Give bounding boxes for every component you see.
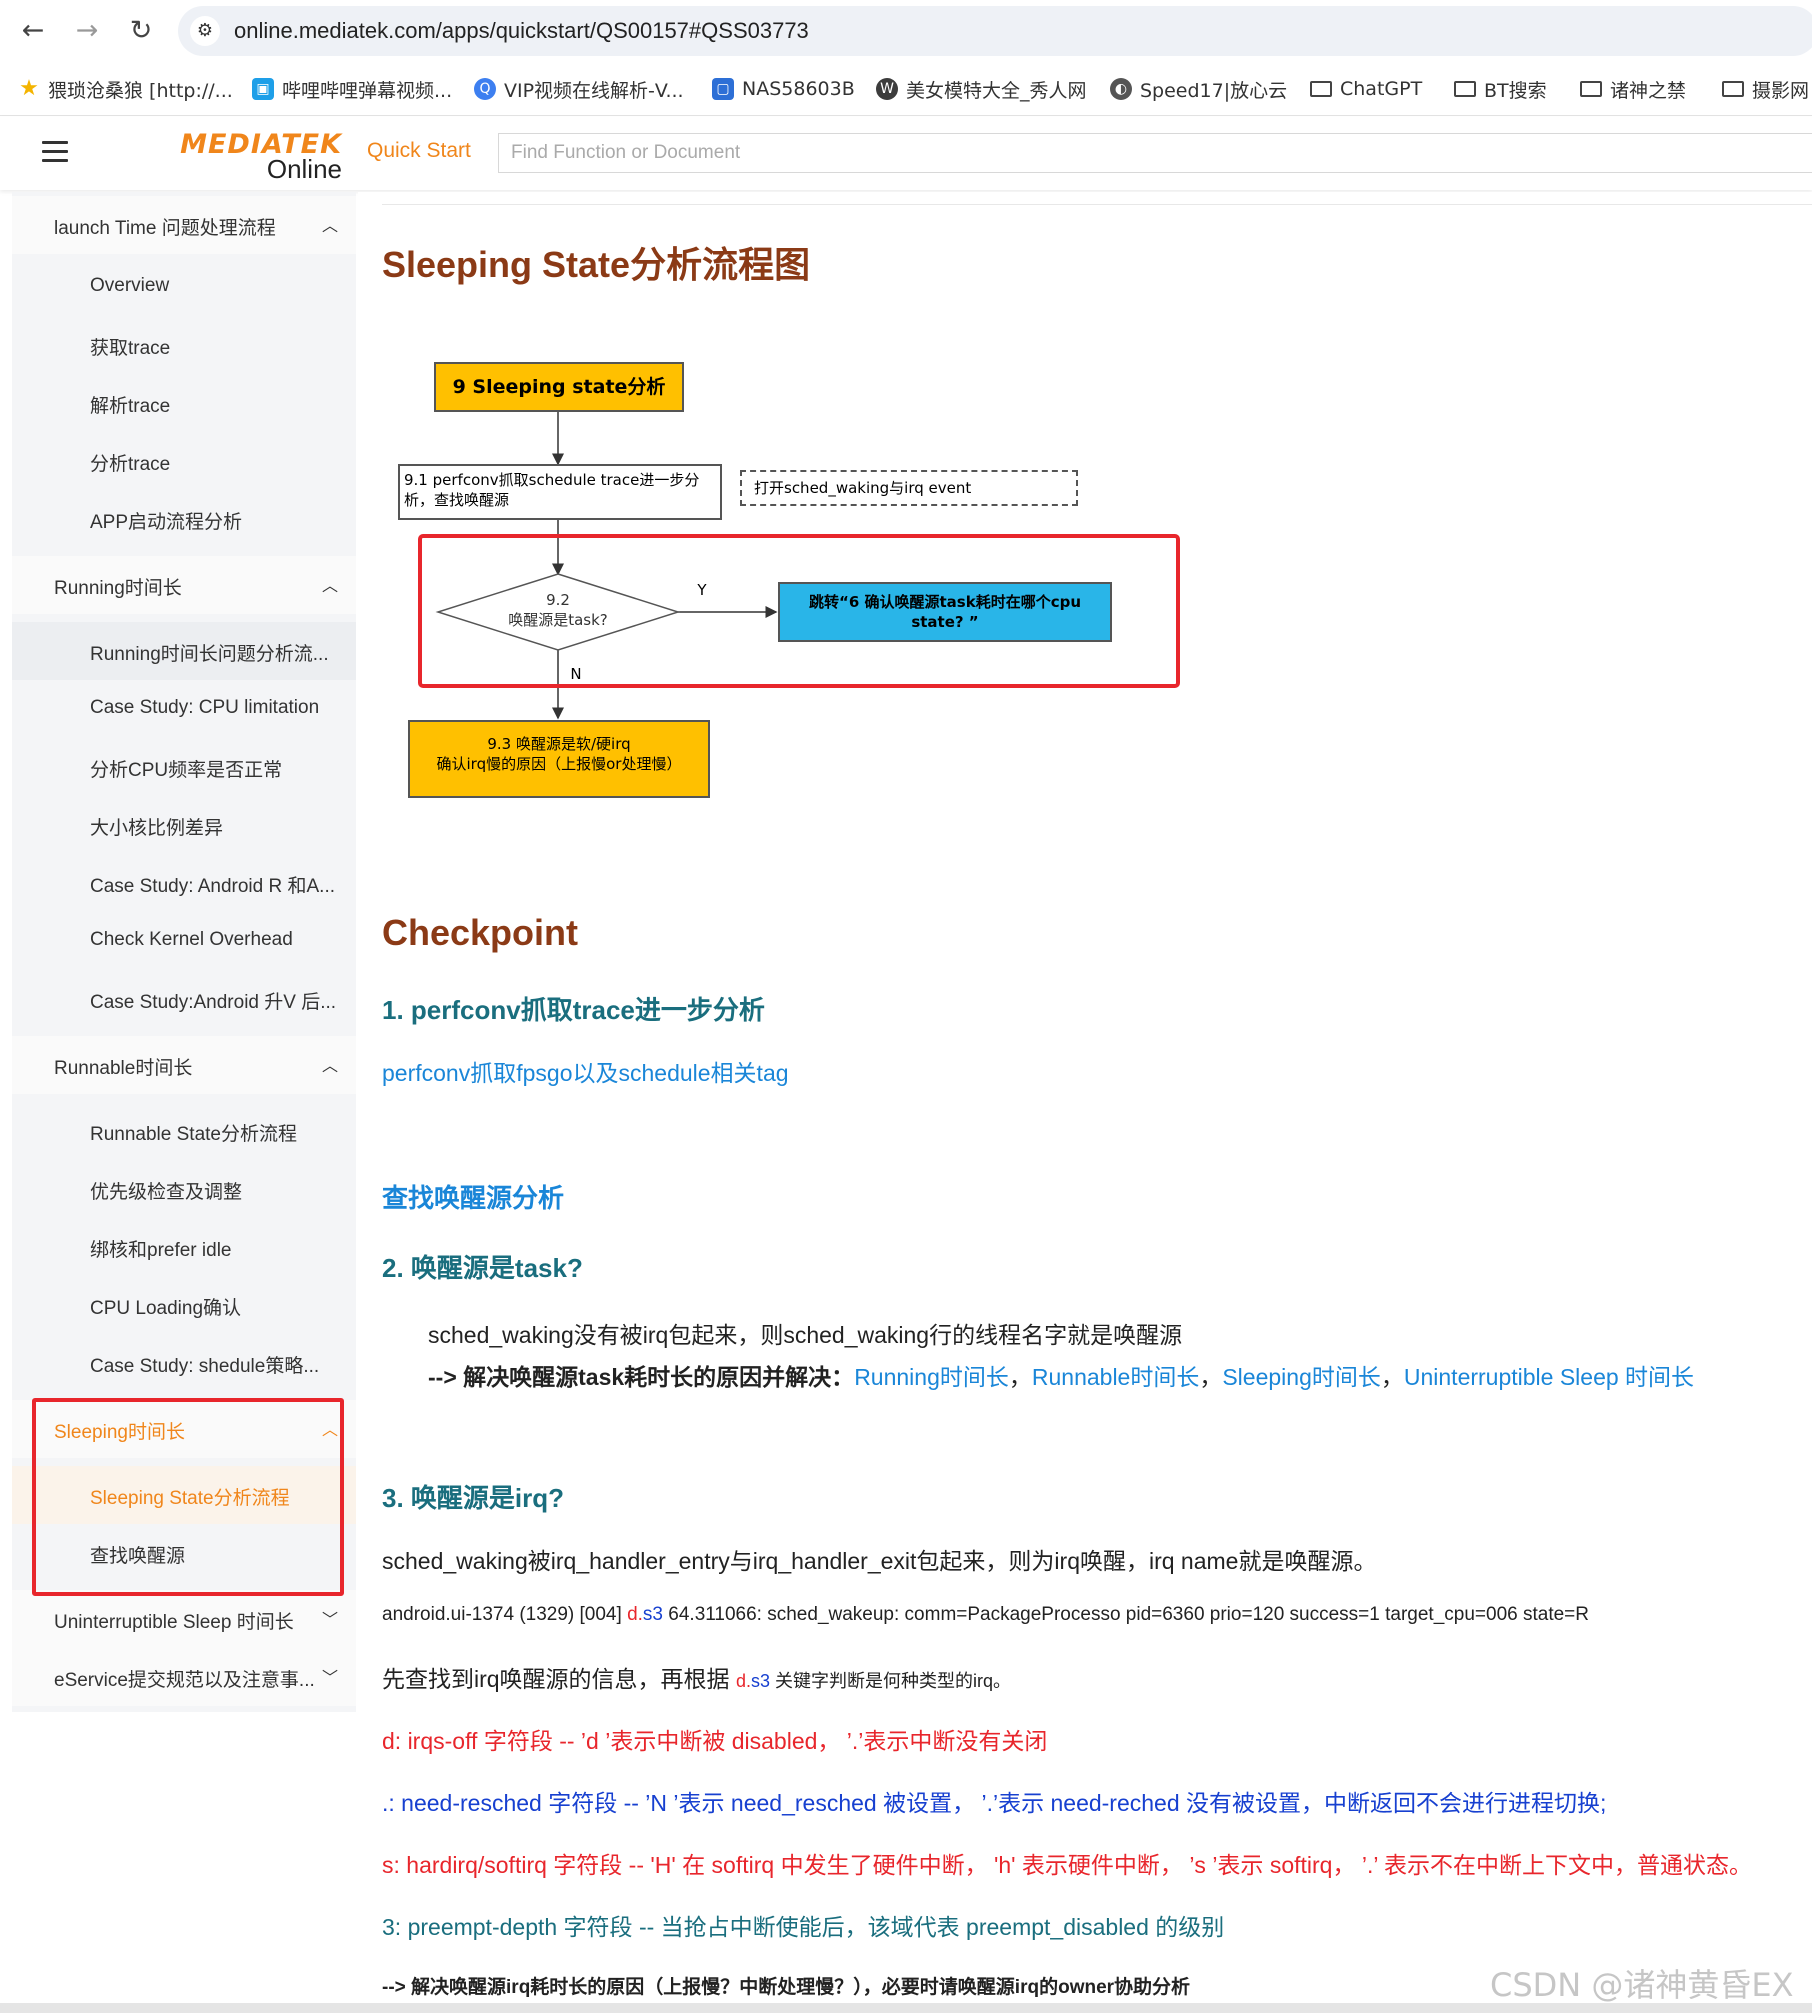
watermark: CSDN @诸神黄昏EX	[1490, 1966, 1794, 2004]
chevron-up-icon: ︿	[321, 1056, 338, 1075]
last-line: --> 解决唤醒源irq耗时长的原因（上报慢？中断处理慢？），必要时请唤醒源ir…	[382, 1977, 1191, 1998]
sidebar-item-cpu-freq[interactable]: 分析CPU频率是否正常	[12, 738, 356, 796]
search-input[interactable]	[499, 134, 1812, 172]
hamburger-menu-icon[interactable]	[42, 141, 68, 163]
flow-decision: 9.2 唤醒源是task?	[508, 591, 608, 629]
folder-icon	[1454, 81, 1476, 97]
flow-yes-label: Y	[697, 581, 707, 599]
chevron-up-icon: ︿	[321, 576, 338, 595]
sidebar-item-cpu-limitation[interactable]: Case Study: CPU limitation	[12, 680, 356, 738]
bookmark-5[interactable]: W 美女模特大全_秀人网	[876, 74, 1087, 104]
flow-yes-target: 跳转“6 确认唤醒源task耗时在哪个cpu state? ”	[778, 582, 1112, 642]
site-info-icon[interactable]: ⚙	[190, 16, 220, 46]
browser-toolbar: ← → ↻ ⚙ online.mediatek.com/apps/quickst…	[0, 0, 1812, 116]
page-title: Sleeping State分析流程图	[382, 244, 811, 285]
forward-button[interactable]: →	[68, 12, 106, 50]
section2-line1: sched_waking没有被irq包起来，则sched_waking行的线程名…	[428, 1322, 1183, 1348]
arrow-left-icon: ←	[21, 15, 45, 46]
sidebar-item-analyze-trace[interactable]: 分析trace	[12, 432, 356, 490]
bookmark-2[interactable]: ▣ 哔哩哔哩弹幕视频...	[252, 74, 452, 104]
find-line: 先查找到irq唤醒源的信息，再根据 d.s3 关键字判断是何种类型的irq。	[382, 1666, 1011, 1692]
sidebar-group-eservice[interactable]: eService提交规范以及注意事... ﹀	[12, 1648, 356, 1706]
chevron-down-icon: ﹀	[321, 1610, 338, 1629]
sidebar-item-get-trace[interactable]: 获取trace	[12, 316, 356, 374]
section1-link[interactable]: perfconv抓取fpsgo以及schedule相关tag	[382, 1054, 789, 1088]
bookmark-8[interactable]: BT搜索	[1454, 74, 1547, 104]
wordpress-icon: W	[876, 78, 898, 100]
folder-icon	[1580, 81, 1602, 97]
bookmark-7[interactable]: ChatGPT	[1310, 74, 1422, 104]
trace-line: android.ui-1374 (1329) [004] d.s3 64.311…	[382, 1604, 1589, 1625]
horizontal-scrollbar[interactable]	[0, 2003, 1812, 2013]
sidebar-item-android-r[interactable]: Case Study: Android R 和A...	[12, 854, 356, 912]
site-header: MEDIATEK Online Quick Start	[0, 117, 1812, 190]
bilibili-icon: ▣	[252, 78, 274, 100]
sidebar-item-prefer-idle[interactable]: 绑核和prefer idle	[12, 1218, 356, 1276]
legend-3: 3: preempt-depth 字符段 -- 当抢占中断使能后，该域代表 pr…	[382, 1914, 1225, 1940]
flow-no-target: 9.3 唤醒源是软/硬irq 确认irq慢的原因（上报慢or处理慢）	[408, 720, 710, 798]
chevron-up-icon: ︿	[321, 216, 338, 235]
q-icon: Q	[474, 78, 496, 100]
folder-icon	[1310, 81, 1332, 97]
legend-d: d: irqs-off 字符段 -- ’d ’表示中断被 disabled， ’…	[382, 1728, 1048, 1754]
bookmark-6[interactable]: ◐ Speed17|放心云	[1110, 74, 1287, 104]
bookmark-10[interactable]: 摄影网	[1722, 74, 1809, 104]
chevron-down-icon: ﹀	[321, 1668, 338, 1687]
sidebar-item-schedule-policy[interactable]: Case Study: shedule策略...	[12, 1334, 356, 1392]
search-box[interactable]	[498, 133, 1812, 173]
sidebar-item-android-v[interactable]: Case Study:Android 升V 后...	[12, 970, 356, 1028]
flowchart: 9 Sleeping state分析 9.1 perfconv抓取schedul…	[382, 360, 1202, 820]
url-text[interactable]: online.mediatek.com/apps/quickstart/QS00…	[234, 18, 809, 44]
sidebar-item-kernel-overhead[interactable]: Check Kernel Overhead	[12, 912, 356, 970]
bookmarks-bar: ★ 猥琐沧桑狼 [http://... ▣ 哔哩哔哩弹幕视频... Q VIP视频在线…	[0, 66, 1812, 110]
sidebar-item-overview[interactable]: Overview	[12, 258, 356, 316]
section3-line1: sched_waking被irq_handler_entry与irq_handl…	[382, 1548, 1377, 1574]
reload-icon: ↻	[129, 15, 153, 46]
bookmark-3[interactable]: Q VIP视频在线解析-V...	[474, 74, 684, 104]
quick-start-link[interactable]: Quick Start	[367, 139, 471, 163]
link-running[interactable]: Running时间长	[854, 1364, 1009, 1390]
legend-dot: .: need-resched 字符段 -- ’N ’表示 need_resch…	[382, 1790, 1607, 1816]
sidebar-group-launch-time[interactable]: launch Time 问题处理流程 ︿	[12, 196, 356, 254]
address-bar[interactable]: ⚙ online.mediatek.com/apps/quickstart/QS…	[178, 6, 1812, 56]
star-icon: ★	[19, 76, 39, 101]
nas-icon: ▢	[712, 78, 734, 100]
sidebar-item-app-launch[interactable]: APP启动流程分析	[12, 490, 356, 548]
sidebar-item-running-flow[interactable]: Running时间长问题分析流...	[12, 622, 356, 680]
folder-icon	[1722, 81, 1744, 97]
reload-button[interactable]: ↻	[122, 12, 160, 50]
find-wakeup-title: 查找唤醒源分析	[382, 1183, 565, 1213]
flow-side-note: 打开sched_waking与irq event	[740, 470, 1078, 506]
sidebar-item-runnable-flow[interactable]: Runnable State分析流程	[12, 1102, 356, 1160]
main-content: Sleeping State分析流程图 9 Sleeping state分析 9…	[358, 192, 1812, 2013]
sidebar-item-parse-trace[interactable]: 解析trace	[12, 374, 356, 432]
bookmark-9[interactable]: 诸神之禁	[1580, 74, 1686, 104]
checkpoint-title: Checkpoint	[382, 912, 579, 953]
bookmark-4[interactable]: ▢ NAS58603B	[712, 74, 855, 104]
sidebar-item-big-little[interactable]: 大小核比例差异	[12, 796, 356, 854]
sidebar-item-cpu-loading[interactable]: CPU Loading确认	[12, 1276, 356, 1334]
section3-title: 3. 唤醒源是irq?	[382, 1483, 565, 1513]
flow-step1-box: 9.1 perfconv抓取schedule trace进一步分析，查找唤醒源	[398, 464, 722, 520]
link-runnable[interactable]: Runnable时间长	[1032, 1364, 1199, 1390]
section2-line2: --> 解决唤醒源task耗时长的原因并解决：Running时间长，Runnab…	[428, 1364, 1695, 1390]
mediatek-logo[interactable]: MEDIATEK Online	[172, 129, 342, 184]
sidebar-group-runnable[interactable]: Runnable时间长 ︿	[12, 1036, 356, 1094]
flow-start-box: 9 Sleeping state分析	[434, 362, 684, 412]
sidebar-group-uninterruptible[interactable]: Uninterruptible Sleep 时间长 ﹀	[12, 1590, 356, 1648]
flow-no-label: N	[570, 665, 582, 683]
section2-title: 2. 唤醒源是task?	[382, 1253, 583, 1283]
globe-icon: ◐	[1110, 78, 1132, 100]
bookmark-1[interactable]: ★ 猥琐沧桑狼 [http://...	[18, 74, 233, 104]
arrow-right-icon: →	[75, 15, 99, 46]
sidebar-item-priority[interactable]: 优先级检查及调整	[12, 1160, 356, 1218]
link-uninterruptible[interactable]: Uninterruptible Sleep 时间长	[1404, 1364, 1694, 1390]
section1-title: 1. perfconv抓取trace进一步分析	[382, 995, 765, 1025]
back-button[interactable]: ←	[14, 12, 52, 50]
link-sleeping[interactable]: Sleeping时间长	[1222, 1364, 1381, 1390]
divider	[382, 204, 1812, 205]
sidebar-group-running[interactable]: Running时间长 ︿	[12, 556, 356, 614]
sidebar-highlight-box	[32, 1398, 344, 1596]
legend-s: s: hardirq/softirq 字符段 -- 'H' 在 softirq …	[382, 1852, 1752, 1878]
